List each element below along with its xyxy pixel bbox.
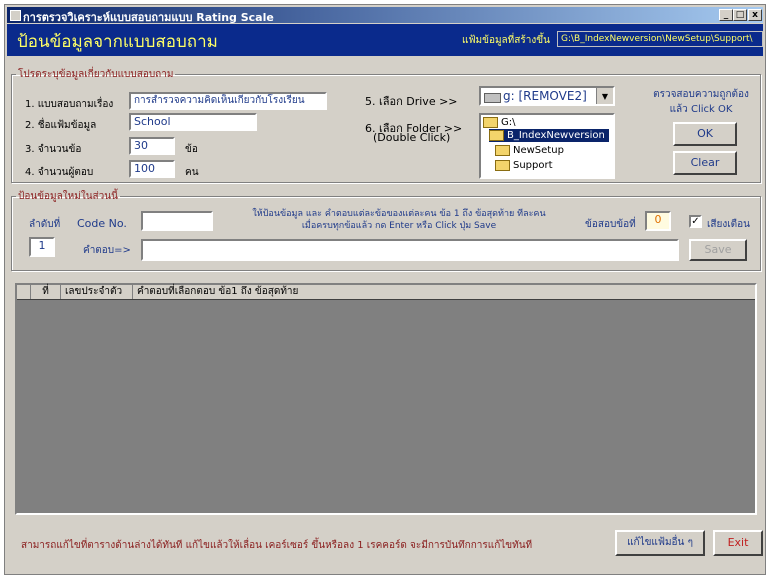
folder-item[interactable]: Support [495, 159, 553, 172]
item-count-input[interactable]: 30 [129, 137, 175, 155]
grid-row-selector-header [17, 285, 31, 299]
respondent-count-input[interactable]: 100 [129, 160, 175, 178]
respondent-count-label: 4. จำนวนผู้ตอบ [25, 167, 94, 178]
drive-select[interactable]: g: [REMOVE2] ▼ [479, 86, 615, 106]
folder-icon [495, 159, 510, 171]
minimize-button[interactable]: _ [719, 9, 733, 21]
filename-input[interactable]: School [129, 113, 257, 131]
ok-button[interactable]: OK [673, 122, 737, 146]
chevron-down-icon[interactable]: ▼ [596, 88, 613, 104]
sound-label: เสียงเตือน [707, 219, 751, 230]
folder-item[interactable]: NewSetup [495, 144, 564, 157]
code-label: Code No. [77, 217, 127, 230]
data-grid[interactable]: ที่ เลขประจำตัว คำตอบที่เลือกตอบ ข้อ1 ถึ… [15, 283, 757, 515]
item-count-unit: ข้อ [185, 144, 198, 155]
close-button[interactable]: x [748, 9, 762, 21]
col-header-id[interactable]: เลขประจำตัว [61, 285, 133, 299]
folder-open-icon [483, 116, 498, 128]
survey-info-legend: โปรดระบุข้อมูลเกี่ยวกับแบบสอบถาม [18, 69, 174, 80]
page-title: ป้อนข้อมูลจากแบบสอบถาม [17, 32, 218, 52]
drive-value: g: [REMOVE2] [503, 89, 587, 103]
entry-legend: ป้อนข้อมูลใหม่ในส่วนนี้ [18, 191, 118, 202]
filename-label: 2. ชื่อแฟ้มข้อมูล [25, 120, 97, 131]
title-bar[interactable]: การตรวจวิเคราะห์แบบสอบถามแบบ Rating Scal… [7, 7, 763, 24]
footer-note: สามารถแก้ไขที่ตารางด้านล่างได้ทันที แก้ไ… [21, 540, 533, 551]
sound-checkbox[interactable]: ✓ [689, 215, 702, 228]
survey-title-label: 1. แบบสอบถามเรื่อง [25, 99, 114, 110]
folder-open-icon [495, 144, 510, 156]
folder-open-icon [489, 129, 504, 141]
header-banner: ป้อนข้อมูลจากแบบสอบถาม แฟ้มข้อมูลที่สร้า… [7, 24, 763, 56]
folder-list[interactable]: G:\ B_IndexNewversion NewSetup Support [479, 113, 615, 179]
order-value: 1 [29, 237, 55, 257]
current-item-label: ข้อสอบข้อที่ [585, 219, 636, 230]
answer-input[interactable] [141, 239, 679, 261]
item-count-label: 3. จำนวนข้อ [25, 144, 82, 155]
maximize-button[interactable]: □ [733, 9, 747, 21]
clear-button[interactable]: Clear [673, 151, 737, 175]
edit-other-file-button[interactable]: แก้ไขแฟ้มอื่น ๆ [615, 530, 705, 556]
answer-label: คำตอบ=> [83, 245, 131, 256]
drive-icon [484, 93, 501, 103]
main-window: การตรวจวิเคราะห์แบบสอบถามแบบ Rating Scal… [4, 4, 766, 575]
survey-title-input[interactable]: การสำรวจความคิดเห็นเกี่ยวกับโรงเรียน [129, 92, 327, 110]
order-label: ลำดับที่ [29, 219, 61, 230]
folder-hint: (Double Click) [373, 131, 451, 144]
drive-label: 5. เลือก Drive >> [365, 95, 458, 108]
output-path-field: G:\B_IndexNewversion\NewSetup\Support\ [557, 31, 763, 47]
app-icon [10, 10, 21, 21]
col-header-answers[interactable]: คำตอบที่เลือกตอบ ข้อ1 ถึง ข้อสุดท้าย [133, 285, 393, 299]
col-header-number[interactable]: ที่ [31, 285, 61, 299]
entry-instructions: ให้ป้อนข้อมูล และ คำตอบแต่ละข้อของแต่ละค… [252, 209, 546, 231]
folder-item-selected[interactable]: B_IndexNewversion [489, 129, 609, 142]
code-input[interactable] [141, 211, 213, 231]
folder-item[interactable]: G:\ [483, 116, 516, 129]
save-button[interactable]: Save [689, 239, 747, 261]
current-item-field: 0 [645, 211, 671, 231]
output-path-label: แฟ้มข้อมูลที่สร้างขึ้น [462, 35, 550, 46]
check-hint: ตรวจสอบความถูกต้อง แล้ว Click OK [653, 89, 749, 115]
grid-header: ที่ เลขประจำตัว คำตอบที่เลือกตอบ ข้อ1 ถึ… [17, 285, 755, 300]
respondent-count-unit: คน [185, 167, 199, 178]
exit-button[interactable]: Exit [713, 530, 763, 556]
